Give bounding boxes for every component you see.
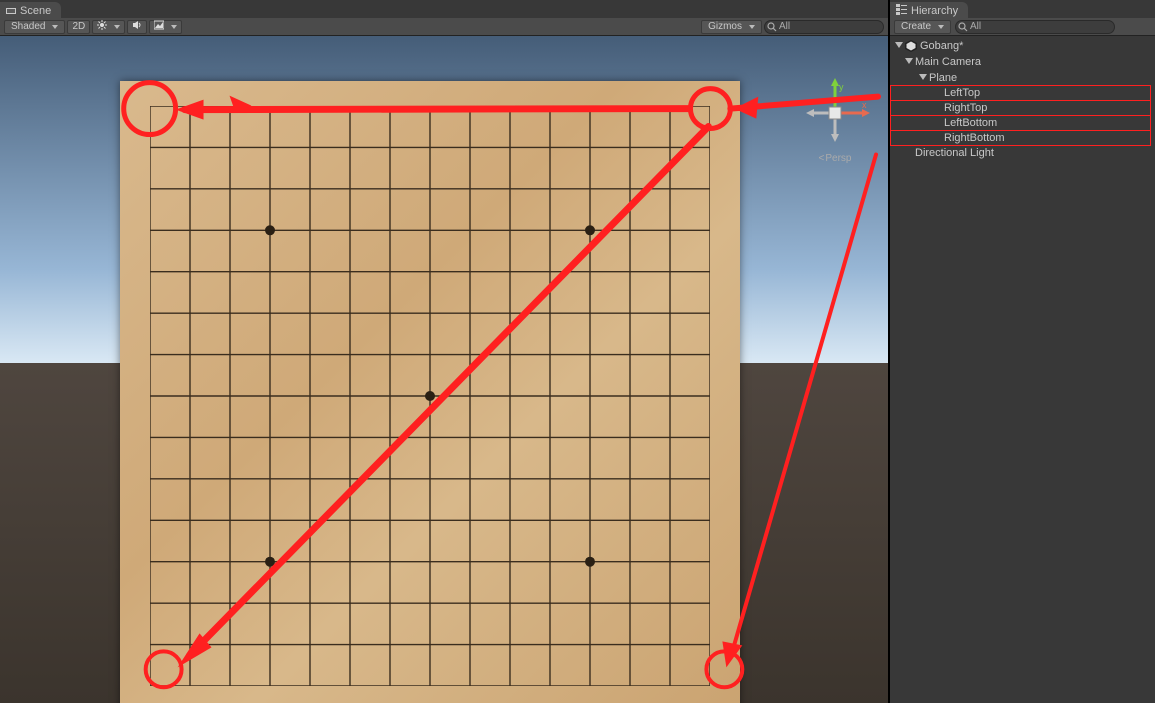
axis-y-label: y [839,82,844,92]
perspective-label[interactable]: <Persp [800,153,870,164]
shading-mode-dropdown[interactable]: Shaded [4,20,65,34]
image-icon [154,20,164,33]
scene-icon [6,6,16,16]
tree-item[interactable]: Main Camera [890,54,1155,70]
scene-search-placeholder: All [779,21,790,32]
scene-tab[interactable]: Scene [0,2,61,18]
hierarchy-toolbar: Create All [890,18,1155,36]
fx-dropdown[interactable] [149,20,182,34]
foldout-icon[interactable] [933,88,943,98]
scene-tab-label: Scene [20,5,51,17]
hierarchy-panel: Hierarchy Create All Gobang* Main Camera P… [890,0,1155,703]
hierarchy-search-placeholder: All [970,21,981,32]
tree-item[interactable]: Gobang* [890,38,1155,54]
search-icon [767,22,777,35]
tree-item[interactable]: Directional Light [890,145,1155,161]
scene-toolbar: Shaded 2D Gizmos All [0,18,888,36]
unity-logo-icon [905,40,917,52]
search-icon [958,22,968,35]
lighting-toggle[interactable] [92,20,125,34]
foldout-icon[interactable] [904,57,914,67]
hierarchy-tab[interactable]: Hierarchy [890,2,968,18]
tree-item[interactable]: LeftBottom [890,115,1151,131]
audio-toggle[interactable] [127,20,147,34]
tree-item-label: LeftBottom [944,117,997,129]
axis-gizmo[interactable]: y x <Persp [800,78,870,178]
tree-item[interactable]: LeftTop [890,85,1151,101]
scene-search-input[interactable]: All [764,20,884,34]
board-grid [150,106,710,686]
scene-panel: Scene Shaded 2D Gizmos [0,0,890,703]
tree-item-label: LeftTop [944,87,980,99]
hierarchy-search-input[interactable]: All [955,20,1115,34]
hierarchy-tree: Gobang* Main Camera Plane LeftTop RightTop Le… [890,36,1155,703]
tree-item[interactable]: RightBottom [890,130,1151,146]
tree-item-label: RightBottom [944,132,1005,144]
scene-tab-row: Scene [0,0,888,18]
tree-item-label: Main Camera [915,56,981,68]
create-label: Create [901,21,931,32]
foldout-icon[interactable] [933,103,943,113]
tree-item[interactable]: Plane [890,70,1155,86]
view-2d-button[interactable]: 2D [67,20,90,34]
speaker-icon [132,20,142,33]
foldout-icon[interactable] [904,148,914,158]
hierarchy-tab-row: Hierarchy [890,0,1155,18]
foldout-icon[interactable] [933,118,943,128]
scene-viewport[interactable]: y x <Persp [0,36,888,703]
axis-x-label: x [862,100,867,110]
hierarchy-tab-label: Hierarchy [911,5,958,17]
foldout-icon[interactable] [918,73,928,83]
gizmos-label: Gizmos [708,21,742,32]
create-dropdown[interactable]: Create [894,20,951,34]
sun-icon [97,20,107,33]
tree-item-label: Directional Light [915,147,994,159]
gobang-board [120,81,740,703]
tree-item-label: Plane [929,72,957,84]
hierarchy-icon [896,4,907,18]
tree-item-label: RightTop [944,102,987,114]
gizmos-dropdown[interactable]: Gizmos [701,20,762,34]
tree-item-label: Gobang* [920,40,963,52]
foldout-icon[interactable] [894,41,904,51]
shading-mode-label: Shaded [11,21,45,32]
view-2d-label: 2D [72,21,85,32]
tree-item[interactable]: RightTop [890,100,1151,116]
foldout-icon[interactable] [933,133,943,143]
